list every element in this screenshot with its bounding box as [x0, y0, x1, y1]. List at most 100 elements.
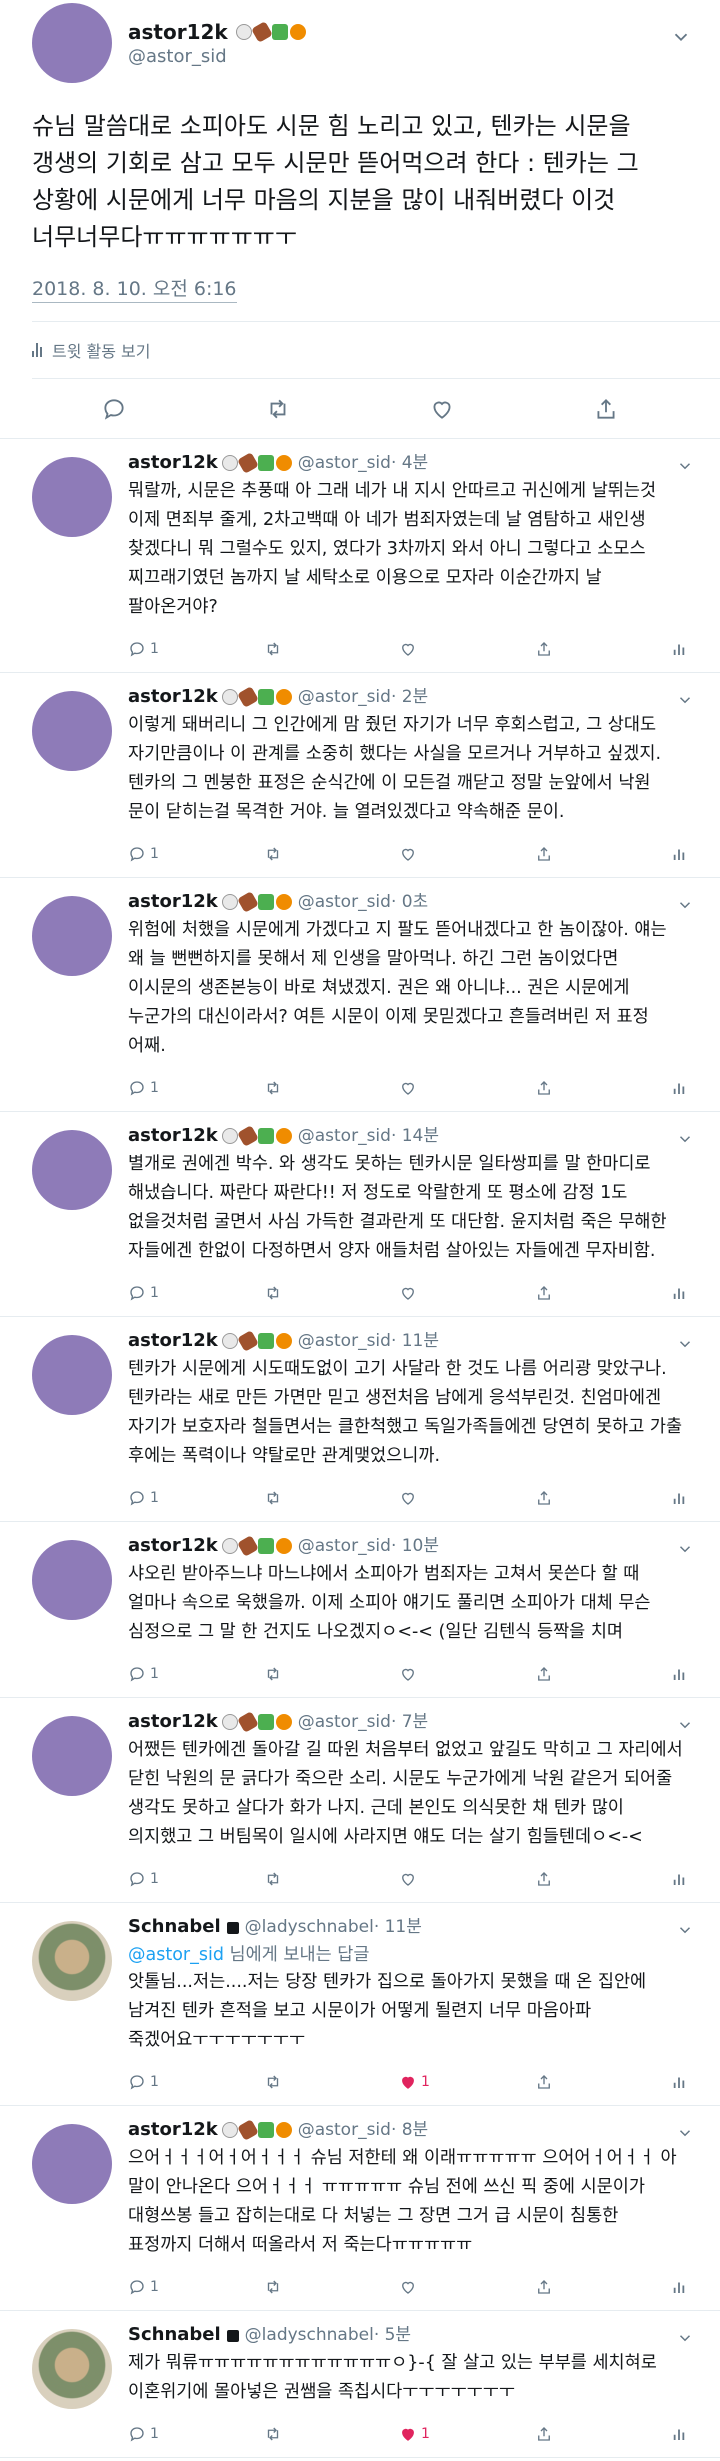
author-handle[interactable]: @ladyschnabel — [245, 1915, 374, 1939]
analytics-button[interactable] — [670, 2425, 688, 2443]
reply-time[interactable]: · 2분 — [391, 685, 428, 709]
author-handle[interactable]: @ladyschnabel — [245, 2323, 374, 2347]
reply-time[interactable]: · 8분 — [391, 2118, 428, 2142]
reply-time[interactable]: · 0초 — [391, 890, 428, 914]
reply-button[interactable]: 1 — [128, 1284, 264, 1302]
analytics-button[interactable] — [670, 2278, 688, 2296]
author-name[interactable]: astor12k — [128, 451, 218, 475]
tweet-timestamp[interactable]: 2018. 8. 10. 오전 6:16 — [32, 274, 237, 303]
retweet-button[interactable] — [264, 1489, 400, 1507]
chevron-down-icon[interactable] — [676, 1130, 694, 1148]
retweet-button[interactable] — [264, 640, 400, 658]
author-handle[interactable]: @astor_sid — [298, 2118, 391, 2142]
reply-tweet[interactable]: astor12k @astor_sid · 0초 위험에 처했을 시문에게 가겠… — [0, 878, 720, 1112]
analytics-button[interactable] — [670, 1665, 688, 1683]
author-handle[interactable]: @astor_sid — [298, 685, 391, 709]
chevron-down-icon[interactable] — [676, 457, 694, 475]
reply-icon[interactable] — [101, 396, 127, 422]
reply-tweet[interactable]: astor12k @astor_sid · 2분 이렇게 돼버리니 그 인간에게… — [0, 673, 720, 878]
reply-tweet[interactable]: astor12k @astor_sid · 4분 뭐랄까, 시문은 추풍때 아 … — [0, 439, 720, 673]
share-button[interactable] — [535, 2425, 671, 2443]
analytics-button[interactable] — [670, 1870, 688, 1888]
share-icon[interactable] — [593, 396, 619, 422]
share-button[interactable] — [535, 1665, 671, 1683]
author-handle[interactable]: @astor_sid — [128, 46, 670, 67]
reply-time[interactable]: · 4분 — [391, 451, 428, 475]
avatar[interactable] — [32, 1716, 112, 1796]
avatar[interactable] — [32, 691, 112, 771]
analytics-button[interactable] — [670, 1284, 688, 1302]
share-button[interactable] — [535, 2278, 671, 2296]
share-button[interactable] — [535, 845, 671, 863]
share-button[interactable] — [535, 1870, 671, 1888]
reply-time[interactable]: · 11분 — [374, 1915, 422, 1939]
reply-button[interactable]: 1 — [128, 845, 264, 863]
like-button[interactable] — [399, 2278, 535, 2296]
avatar[interactable] — [32, 1540, 112, 1620]
avatar[interactable] — [32, 1130, 112, 1210]
author-handle[interactable]: @astor_sid — [298, 1329, 391, 1353]
author-name[interactable]: astor12k — [128, 1124, 218, 1148]
avatar[interactable] — [32, 2124, 112, 2204]
chevron-down-icon[interactable] — [670, 26, 692, 48]
avatar[interactable] — [32, 1335, 112, 1415]
like-button[interactable] — [399, 640, 535, 658]
like-button[interactable] — [399, 1284, 535, 1302]
avatar[interactable] — [32, 3, 112, 83]
reply-time[interactable]: · 5분 — [374, 2323, 411, 2347]
reply-tweet[interactable]: astor12k @astor_sid · 11분 텐카가 시문에게 시도때도없… — [0, 1317, 720, 1522]
analytics-button[interactable] — [670, 1489, 688, 1507]
reply-button[interactable]: 1 — [128, 2425, 264, 2443]
author-name[interactable]: astor12k — [128, 685, 218, 709]
like-button[interactable]: 1 — [399, 2425, 535, 2443]
analytics-button[interactable] — [670, 1079, 688, 1097]
chevron-down-icon[interactable] — [676, 2124, 694, 2142]
share-button[interactable] — [535, 2073, 671, 2091]
author-handle[interactable]: @astor_sid — [298, 1710, 391, 1734]
retweet-button[interactable] — [264, 1284, 400, 1302]
reply-button[interactable]: 1 — [128, 640, 264, 658]
share-button[interactable] — [535, 1284, 671, 1302]
like-button[interactable]: 1 — [399, 2073, 535, 2091]
chevron-down-icon[interactable] — [676, 691, 694, 709]
reply-to-mention[interactable]: @astor_sid — [128, 1945, 224, 1965]
reply-tweet[interactable]: astor12k @astor_sid · 14분 별개로 권에겐 박수. 와 … — [0, 1112, 720, 1317]
reply-time[interactable]: · 11분 — [391, 1329, 439, 1353]
chevron-down-icon[interactable] — [676, 2329, 694, 2347]
reply-tweet[interactable]: astor12k @astor_sid · 8분 으어ㅓㅓㅓ어ㅓ어ㅓㅓㅓ 슈님 … — [0, 2106, 720, 2311]
reply-button[interactable]: 1 — [128, 1665, 264, 1683]
like-button[interactable] — [399, 1079, 535, 1097]
reply-time[interactable]: · 14분 — [391, 1124, 439, 1148]
analytics-button[interactable] — [670, 845, 688, 863]
analytics-button[interactable] — [670, 640, 688, 658]
author-handle[interactable]: @astor_sid — [298, 1534, 391, 1558]
analytics-button[interactable] — [670, 2073, 688, 2091]
retweet-button[interactable] — [264, 1079, 400, 1097]
chevron-down-icon[interactable] — [676, 896, 694, 914]
tweet-activity-label[interactable]: 트윗 활동 보기 — [52, 338, 151, 362]
reply-tweet[interactable]: Schnabel @ladyschnabel · 11분 @astor_sid … — [0, 1903, 720, 2106]
avatar[interactable] — [32, 1921, 112, 2001]
chevron-down-icon[interactable] — [676, 1335, 694, 1353]
author-name[interactable]: astor12k — [128, 890, 218, 914]
retweet-button[interactable] — [264, 1665, 400, 1683]
reply-button[interactable]: 1 — [128, 1079, 264, 1097]
chevron-down-icon[interactable] — [676, 1921, 694, 1939]
retweet-button[interactable] — [264, 845, 400, 863]
share-button[interactable] — [535, 640, 671, 658]
author-name[interactable]: astor12k — [128, 1329, 218, 1353]
retweet-button[interactable] — [264, 2278, 400, 2296]
author-name-row[interactable]: astor12k — [128, 20, 670, 44]
author-name[interactable]: astor12k — [128, 2118, 218, 2142]
reply-tweet[interactable]: Schnabel @ladyschnabel · 5분 제가 뭐류ㅠㅠㅠㅠㅠㅠㅠ… — [0, 2311, 720, 2458]
author-name[interactable]: Schnabel — [128, 2323, 221, 2347]
reply-button[interactable]: 1 — [128, 1489, 264, 1507]
like-button[interactable] — [399, 1665, 535, 1683]
author-name[interactable]: astor12k — [128, 1534, 218, 1558]
author-handle[interactable]: @astor_sid — [298, 451, 391, 475]
reply-time[interactable]: · 10분 — [391, 1534, 439, 1558]
avatar[interactable] — [32, 896, 112, 976]
author-name[interactable]: astor12k — [128, 1710, 218, 1734]
reply-tweet[interactable]: astor12k @astor_sid · 10분 샤오린 받아주느냐 마느냐에… — [0, 1522, 720, 1698]
author-handle[interactable]: @astor_sid — [298, 890, 391, 914]
